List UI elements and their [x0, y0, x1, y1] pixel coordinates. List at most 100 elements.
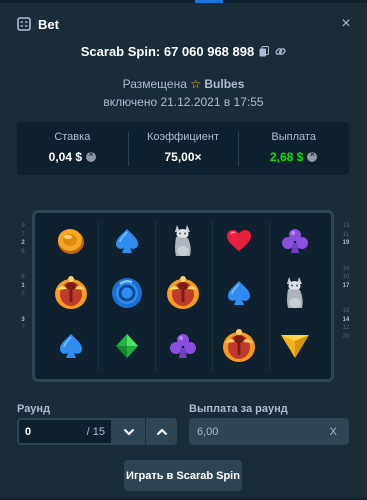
round-payout-value: 6,00 [197, 425, 219, 438]
scarab-icon [53, 274, 89, 317]
reel-cell [99, 217, 155, 270]
reel-cell [43, 322, 99, 375]
chevron-up-icon [156, 427, 167, 435]
close-icon[interactable]: × [337, 15, 355, 33]
round-label: Раунд [17, 403, 51, 415]
payline-number: 6 [21, 248, 25, 255]
placed-user[interactable]: Bulbes [204, 77, 244, 91]
cat-statue-icon [171, 223, 195, 264]
scarab-icon [165, 274, 201, 317]
purple-club-icon [281, 227, 309, 260]
payline-number: 1 [21, 282, 25, 289]
payline-number: 7 [21, 325, 25, 331]
payline-number: 19 [342, 240, 350, 246]
payline-number: 7 [21, 231, 25, 238]
round-payout-field[interactable]: 6,00 X [189, 418, 349, 445]
stat-multiplier-value: 75,00× [164, 149, 202, 164]
stat-payout-label: Выплата [271, 130, 316, 143]
currency-x-icon: X [329, 425, 337, 438]
reel-cell [43, 217, 99, 270]
payline-number: 5 [21, 291, 25, 297]
blue-spade-icon [58, 332, 84, 365]
link-icon[interactable] [274, 46, 286, 57]
gold-coin-icon [54, 224, 88, 263]
stat-bet-value-row: 0,04 $ [17, 149, 128, 164]
stat-payout-value-row: 2,68 $ [238, 149, 349, 164]
cat-statue-icon [283, 275, 307, 316]
payline-number [17, 299, 29, 308]
placed-prefix: Размещена [122, 77, 187, 91]
blue-ring-icon [110, 276, 144, 315]
stat-multiplier-label: Коэффициент [146, 130, 220, 143]
payline-number: 16 [342, 265, 350, 272]
payline-number: 18 [342, 308, 350, 314]
payline-number [17, 307, 29, 316]
payline-number: 14 [342, 316, 350, 323]
bet-date: включено 21.12.2021 в 17:55 [103, 95, 264, 109]
payline-numbers-right: 13 11 19 16 10 17 18 14 12 20 [340, 222, 352, 372]
payline-number [340, 248, 352, 257]
payline-number: 9 [21, 223, 25, 229]
placed-by: Размещена ☆ Bulbes [0, 77, 367, 91]
star-icon: ☆ [190, 77, 202, 91]
reel-cell [43, 270, 99, 323]
payline-number [340, 299, 352, 308]
stat-bet: Ставка 0,04 $ [17, 130, 128, 168]
red-heart-icon [226, 229, 252, 258]
reel-cell [267, 217, 323, 270]
payline-number [340, 290, 352, 299]
top-bar [0, 0, 367, 3]
round-payout-label: Выплата за раунд [189, 403, 288, 415]
round-stepper: 0 / 15 [17, 418, 177, 445]
currency-icon [307, 149, 318, 162]
yellow-triangle-icon [279, 332, 311, 365]
reel-cell [155, 217, 211, 270]
round-up-button[interactable] [145, 418, 177, 445]
payline-number: 11 [342, 231, 350, 238]
round-down-button[interactable] [113, 418, 145, 445]
chevron-down-icon [123, 428, 135, 436]
payline-number: 8 [21, 274, 25, 280]
bet-icon [17, 17, 31, 31]
modal-title: Bet [38, 16, 59, 32]
payline-number: 12 [342, 325, 350, 331]
reel-cell [211, 217, 267, 270]
top-accent [195, 0, 223, 3]
purple-club-icon [169, 332, 197, 365]
reel-cell [211, 322, 267, 375]
blue-spade-icon [226, 279, 252, 312]
play-game-button[interactable]: Играть в Scarab Spin [124, 460, 242, 491]
copy-icon[interactable] [258, 46, 270, 57]
payline-number: 20 [342, 333, 350, 340]
reel-grid [43, 217, 323, 375]
payline-number: 2 [21, 240, 25, 246]
reel-cell [211, 270, 267, 323]
payline-number [340, 256, 352, 265]
payline-number [17, 265, 29, 274]
slot-reels [32, 210, 334, 382]
round-total: / 15 [86, 425, 105, 438]
reel-cell [99, 322, 155, 375]
stat-bet-value: 0,04 $ [48, 149, 83, 164]
payline-number: 3 [21, 316, 25, 323]
reel-cell [99, 270, 155, 323]
game-id: Scarab Spin: 67 060 968 898 [80, 44, 255, 59]
stat-multiplier: Коэффициент 75,00× [127, 130, 239, 168]
green-diamond-icon [114, 332, 140, 365]
blue-spade-icon [114, 227, 140, 260]
stats-panel: Ставка 0,04 $ Коэффициент 75,00× Выплата… [17, 122, 349, 175]
scarab-icon [221, 327, 257, 370]
stat-payout-value: 2,68 $ [269, 149, 304, 164]
reel-cell [267, 270, 323, 323]
reel-cell [155, 322, 211, 375]
round-value: 0 [25, 425, 32, 438]
stat-payout: Выплата 2,68 $ [238, 130, 349, 168]
payline-number [17, 256, 29, 265]
modal-header: Bet × [17, 14, 355, 34]
payline-number: 10 [342, 274, 350, 280]
round-input[interactable]: 0 / 15 [17, 418, 113, 445]
payline-number: 17 [342, 282, 350, 289]
reel-cell [267, 322, 323, 375]
currency-icon [86, 149, 97, 162]
payline-number [17, 333, 29, 342]
